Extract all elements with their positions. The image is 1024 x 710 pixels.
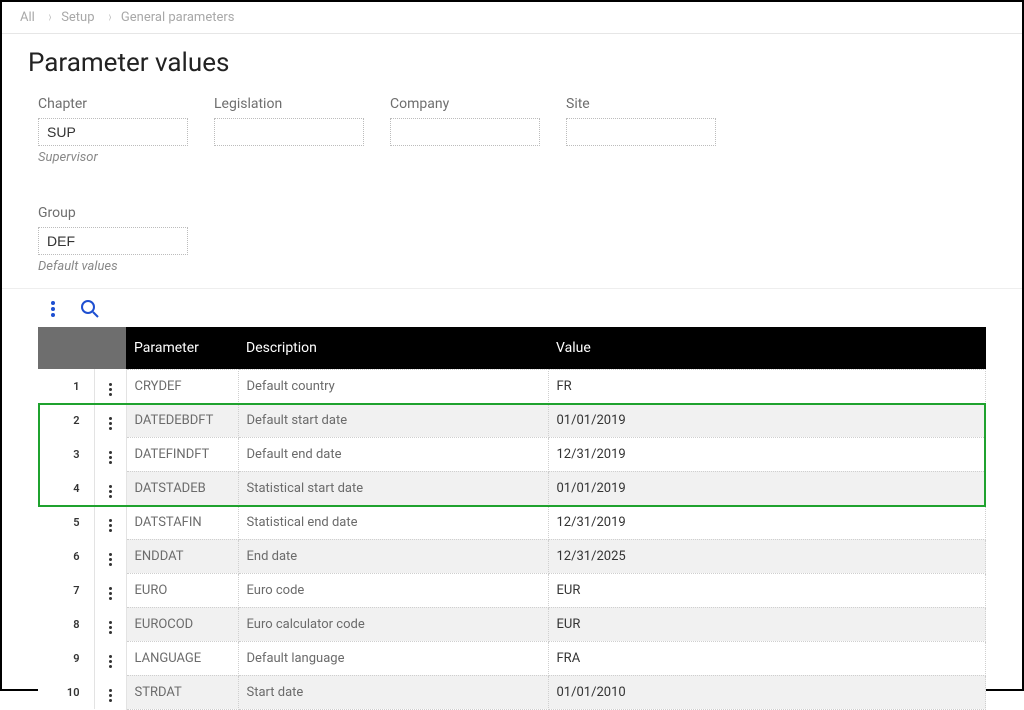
table-row[interactable]: 8 EUROCODEuro calculator codeEUR bbox=[38, 607, 986, 641]
cell-description[interactable]: Start date bbox=[238, 675, 548, 709]
table-row[interactable]: 4 DATSTADEBStatistical start date01/01/20… bbox=[38, 471, 986, 505]
table-toolbar bbox=[2, 289, 1022, 327]
breadcrumb: All › Setup › General parameters bbox=[2, 2, 1022, 34]
group-label: Group bbox=[38, 205, 188, 221]
kebab-icon bbox=[103, 483, 119, 499]
table-actions-icon[interactable] bbox=[50, 300, 56, 318]
table-row[interactable]: 7 EUROEuro codeEUR bbox=[38, 573, 986, 607]
cell-parameter[interactable]: DATSTADEB bbox=[126, 471, 238, 505]
table-row[interactable]: 10 STRDATStart date01/01/2010 bbox=[38, 675, 986, 709]
chevron-right-icon: › bbox=[49, 9, 52, 27]
row-number: 3 bbox=[38, 437, 94, 471]
cell-description[interactable]: Default language bbox=[238, 641, 548, 675]
row-menu-button[interactable] bbox=[94, 539, 126, 573]
kebab-icon bbox=[103, 449, 119, 465]
row-number: 8 bbox=[38, 607, 94, 641]
cell-parameter[interactable]: ENDDAT bbox=[126, 539, 238, 573]
header-parameter[interactable]: Parameter bbox=[126, 327, 238, 369]
cell-parameter[interactable]: EURO bbox=[126, 573, 238, 607]
cell-description[interactable]: Default end date bbox=[238, 437, 548, 471]
row-number: 1 bbox=[38, 369, 94, 403]
legislation-input[interactable] bbox=[214, 118, 364, 146]
chapter-input[interactable] bbox=[38, 118, 188, 146]
cell-description[interactable]: Euro calculator code bbox=[238, 607, 548, 641]
group-caption: Default values bbox=[38, 259, 188, 274]
cell-value[interactable]: 12/31/2025 bbox=[548, 539, 986, 573]
chapter-label: Chapter bbox=[38, 96, 188, 112]
page-title: Parameter values bbox=[2, 34, 1022, 86]
chapter-caption: Supervisor bbox=[38, 150, 188, 165]
filter-panel: Chapter Supervisor Legislation Company S… bbox=[2, 86, 1022, 289]
table-row[interactable]: 1 CRYDEFDefault countryFR bbox=[38, 369, 986, 403]
cell-value[interactable]: EUR bbox=[548, 573, 986, 607]
row-number: 4 bbox=[38, 471, 94, 505]
site-input[interactable] bbox=[566, 118, 716, 146]
kebab-icon bbox=[103, 381, 119, 397]
company-label: Company bbox=[390, 96, 540, 112]
row-menu-button[interactable] bbox=[94, 573, 126, 607]
cell-parameter[interactable]: EUROCOD bbox=[126, 607, 238, 641]
row-number: 7 bbox=[38, 573, 94, 607]
cell-parameter[interactable]: DATEDEBDFT bbox=[126, 403, 238, 437]
row-menu-button[interactable] bbox=[94, 403, 126, 437]
kebab-icon bbox=[103, 687, 119, 703]
parameter-table: Parameter Description Value 1CRYDEFDefau… bbox=[38, 327, 986, 710]
row-menu-button[interactable] bbox=[94, 437, 126, 471]
row-menu-button[interactable] bbox=[94, 607, 126, 641]
cell-description[interactable]: End date bbox=[238, 539, 548, 573]
cell-parameter[interactable]: STRDAT bbox=[126, 675, 238, 709]
table-row[interactable]: 2 DATEDEBDFTDefault start date01/01/2019 bbox=[38, 403, 986, 437]
header-rownum bbox=[38, 327, 94, 369]
cell-description[interactable]: Statistical end date bbox=[238, 505, 548, 539]
breadcrumb-general-parameters[interactable]: General parameters bbox=[121, 10, 235, 25]
row-number: 2 bbox=[38, 403, 94, 437]
cell-description[interactable]: Default start date bbox=[238, 403, 548, 437]
row-number: 5 bbox=[38, 505, 94, 539]
row-menu-button[interactable] bbox=[94, 641, 126, 675]
search-icon[interactable] bbox=[80, 299, 100, 319]
header-value[interactable]: Value bbox=[548, 327, 986, 369]
chevron-right-icon: › bbox=[108, 9, 111, 27]
kebab-icon bbox=[103, 551, 119, 567]
kebab-icon bbox=[103, 585, 119, 601]
cell-value[interactable]: FRA bbox=[548, 641, 986, 675]
cell-value[interactable]: 01/01/2019 bbox=[548, 403, 986, 437]
cell-value[interactable]: 12/31/2019 bbox=[548, 505, 986, 539]
cell-value[interactable]: 12/31/2019 bbox=[548, 437, 986, 471]
kebab-icon bbox=[103, 653, 119, 669]
company-input[interactable] bbox=[390, 118, 540, 146]
cell-value[interactable]: FR bbox=[548, 369, 986, 403]
cell-value[interactable]: 01/01/2019 bbox=[548, 471, 986, 505]
cell-parameter[interactable]: DATEFINDFT bbox=[126, 437, 238, 471]
row-menu-button[interactable] bbox=[94, 471, 126, 505]
breadcrumb-setup[interactable]: Setup bbox=[61, 10, 94, 25]
breadcrumb-all[interactable]: All bbox=[20, 10, 35, 25]
row-number: 10 bbox=[38, 675, 94, 709]
group-input[interactable] bbox=[38, 227, 188, 255]
row-menu-button[interactable] bbox=[94, 675, 126, 709]
cell-description[interactable]: Euro code bbox=[238, 573, 548, 607]
header-description[interactable]: Description bbox=[238, 327, 548, 369]
header-menu bbox=[94, 327, 126, 369]
row-number: 9 bbox=[38, 641, 94, 675]
kebab-icon bbox=[103, 619, 119, 635]
cell-parameter[interactable]: CRYDEF bbox=[126, 369, 238, 403]
cell-parameter[interactable]: DATSTAFIN bbox=[126, 505, 238, 539]
legislation-label: Legislation bbox=[214, 96, 364, 112]
cell-description[interactable]: Default country bbox=[238, 369, 548, 403]
table-row[interactable]: 5 DATSTAFINStatistical end date12/31/2019 bbox=[38, 505, 986, 539]
kebab-icon bbox=[103, 415, 119, 431]
cell-parameter[interactable]: LANGUAGE bbox=[126, 641, 238, 675]
site-label: Site bbox=[566, 96, 716, 112]
row-menu-button[interactable] bbox=[94, 505, 126, 539]
row-menu-button[interactable] bbox=[94, 369, 126, 403]
row-number: 6 bbox=[38, 539, 94, 573]
table-row[interactable]: 9 LANGUAGEDefault languageFRA bbox=[38, 641, 986, 675]
kebab-icon bbox=[103, 517, 119, 533]
table-row[interactable]: 6 ENDDATEnd date12/31/2025 bbox=[38, 539, 986, 573]
cell-description[interactable]: Statistical start date bbox=[238, 471, 548, 505]
cell-value[interactable]: 01/01/2010 bbox=[548, 675, 986, 709]
table-row[interactable]: 3 DATEFINDFTDefault end date12/31/2019 bbox=[38, 437, 986, 471]
cell-value[interactable]: EUR bbox=[548, 607, 986, 641]
